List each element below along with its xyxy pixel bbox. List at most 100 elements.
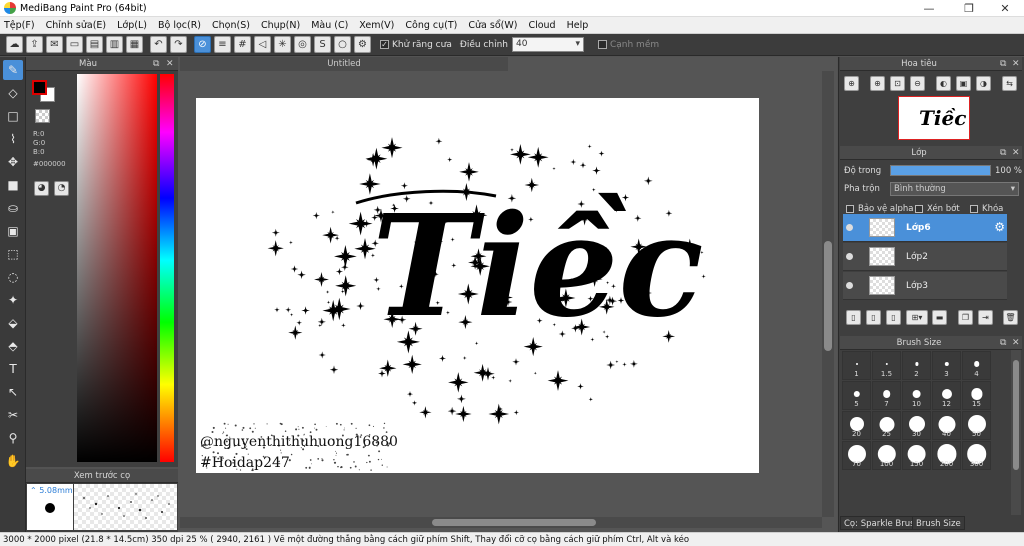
menu-filter[interactable]: Bộ lọc(R): [158, 20, 201, 31]
delete-layer-icon[interactable]: 🗑: [1003, 310, 1018, 325]
brush-size-option[interactable]: 50: [962, 411, 991, 440]
brush-size-option[interactable]: 1.5: [872, 351, 901, 380]
horizontal-scroll-thumb[interactable]: [432, 519, 596, 526]
layer-row[interactable]: Lớp6 ⚙: [843, 214, 1007, 242]
lock-option[interactable]: Khóa: [970, 204, 1003, 214]
rotate-right-icon[interactable]: ◑: [976, 76, 991, 91]
brush-size-option[interactable]: 40: [932, 411, 961, 440]
brush-size-undock-icon[interactable]: ⧉: [1000, 336, 1006, 350]
layer-close-icon[interactable]: ✕: [1012, 146, 1020, 160]
brush-size-tab[interactable]: Brush Size: [912, 516, 965, 530]
opacity-slider[interactable]: [890, 165, 991, 176]
snap-settings-icon[interactable]: ⚙: [354, 36, 371, 53]
brush-size-option[interactable]: 7: [872, 381, 901, 410]
brush-size-option[interactable]: 10: [902, 381, 931, 410]
vertical-scroll-thumb[interactable]: [824, 241, 832, 351]
new-layer-icon[interactable]: ▯: [846, 310, 861, 325]
brush-size-option[interactable]: 100: [872, 441, 901, 470]
panel-icon[interactable]: ▥: [106, 36, 123, 53]
circle-snap-icon[interactable]: ◎: [294, 36, 311, 53]
menu-edit[interactable]: Chỉnh sửa(E): [46, 20, 107, 31]
fill-rect-tool-icon[interactable]: ■: [3, 175, 23, 195]
visibility-eye-icon[interactable]: [846, 282, 853, 289]
zoom-out-icon[interactable]: ⊕: [870, 76, 885, 91]
bucket-tool-icon[interactable]: ⛀: [3, 198, 23, 218]
menu-tools[interactable]: Công cụ(T): [405, 20, 457, 31]
brush-size-option[interactable]: 300: [962, 441, 991, 470]
menu-window[interactable]: Cửa sổ(W): [468, 20, 517, 31]
hue-slider[interactable]: [160, 74, 174, 462]
new-8bit-layer-icon[interactable]: ▯: [886, 310, 901, 325]
radial-snap-icon[interactable]: ✳: [274, 36, 291, 53]
navigator-thumbnail[interactable]: Tiềc: [898, 96, 970, 140]
brush-size-option[interactable]: 200: [932, 441, 961, 470]
protect-alpha-option[interactable]: Bảo vệ alpha: [846, 204, 913, 214]
palette-add-icon[interactable]: ◔: [54, 181, 69, 196]
blend-mode-select[interactable]: Bình thường: [890, 182, 1019, 196]
clipping-option[interactable]: Xén bớt: [915, 204, 960, 214]
curve-snap-icon[interactable]: S: [314, 36, 331, 53]
brush-size-option[interactable]: 2: [902, 351, 931, 380]
lasso-tool-icon[interactable]: ◌: [3, 267, 23, 287]
pen-tool-icon[interactable]: ⌇: [3, 129, 23, 149]
canvas-vertical-scrollbar[interactable]: [822, 71, 834, 517]
add-layer-menu-icon[interactable]: ⊞▾: [906, 310, 928, 325]
brush-size-option[interactable]: 30: [902, 411, 931, 440]
palette-icon[interactable]: ◕: [34, 181, 49, 196]
foreground-color-swatch[interactable]: [32, 80, 47, 95]
gradient-tool-icon[interactable]: ▣: [3, 221, 23, 241]
ellipse-snap-icon[interactable]: ○: [334, 36, 351, 53]
brush-scroll-thumb[interactable]: [1013, 360, 1019, 470]
duplicate-layer-icon[interactable]: ❐: [958, 310, 973, 325]
brush-size-option[interactable]: 15: [962, 381, 991, 410]
layer-row[interactable]: Lớp3: [843, 272, 1007, 300]
eraser-tool-icon[interactable]: ◇: [3, 83, 23, 103]
panel-close-icon[interactable]: ✕: [166, 57, 174, 71]
brush-size-option[interactable]: 5: [842, 381, 871, 410]
select-tool-icon[interactable]: ⬚: [3, 244, 23, 264]
brush-size-scrollbar[interactable]: [1011, 350, 1021, 515]
document-tab[interactable]: Untitled: [180, 57, 508, 71]
brush-size-option[interactable]: 4: [962, 351, 991, 380]
canvas-horizontal-scrollbar[interactable]: [180, 517, 822, 528]
layer-settings-gear-icon[interactable]: ⚙: [994, 220, 1005, 234]
operation-tool-icon[interactable]: ↖: [3, 382, 23, 402]
cloud-icon[interactable]: ☁: [6, 36, 23, 53]
menu-cloud[interactable]: Cloud: [528, 20, 555, 31]
eyedropper-icon[interactable]: ⚲: [3, 428, 23, 448]
brush-size-close-icon[interactable]: ✕: [1012, 336, 1020, 350]
brush-size-option[interactable]: 150: [902, 441, 931, 470]
soft-edge-checkbox[interactable]: [597, 40, 607, 49]
zoom-in-icon[interactable]: ⊕: [844, 76, 859, 91]
brush-size-option[interactable]: 25: [872, 411, 901, 440]
menu-file[interactable]: Tệp(F): [4, 20, 35, 31]
no-snap-icon[interactable]: ⊘: [194, 36, 211, 53]
parallel-snap-icon[interactable]: ≡: [214, 36, 231, 53]
select-eraser-icon[interactable]: ⬘: [3, 336, 23, 356]
redo-icon[interactable]: ↷: [170, 36, 187, 53]
flip-icon[interactable]: ⇆: [1002, 76, 1017, 91]
brush-size-option[interactable]: 3: [932, 351, 961, 380]
undock-icon[interactable]: ⧉: [153, 57, 159, 71]
undo-icon[interactable]: ↶: [150, 36, 167, 53]
share-icon[interactable]: ⇪: [26, 36, 43, 53]
transparent-swatch[interactable]: [35, 109, 50, 123]
merge-down-icon[interactable]: ⇥: [978, 310, 993, 325]
menu-select[interactable]: Chọn(S): [212, 20, 250, 31]
comment-icon[interactable]: ▭: [66, 36, 83, 53]
protect-alpha-checkbox[interactable]: [846, 205, 854, 213]
grid-icon[interactable]: ▦: [126, 36, 143, 53]
vanish-snap-icon[interactable]: ◁: [254, 36, 271, 53]
antialias-checkbox[interactable]: ✓: [380, 40, 389, 49]
visibility-eye-icon[interactable]: [846, 224, 853, 231]
hand-tool-icon[interactable]: ✋: [3, 451, 23, 471]
reset-view-icon[interactable]: ▣: [956, 76, 971, 91]
brush-size-option[interactable]: 20: [842, 411, 871, 440]
adjust-select[interactable]: 40: [511, 37, 584, 52]
fit-icon[interactable]: ⊡: [890, 76, 905, 91]
brush-tool-icon[interactable]: ✎: [3, 60, 23, 80]
divide-tool-icon[interactable]: ✂: [3, 405, 23, 425]
select-pen-icon[interactable]: ⬙: [3, 313, 23, 333]
cross-snap-icon[interactable]: #: [234, 36, 251, 53]
layer-undock-icon[interactable]: ⧉: [1000, 146, 1006, 160]
